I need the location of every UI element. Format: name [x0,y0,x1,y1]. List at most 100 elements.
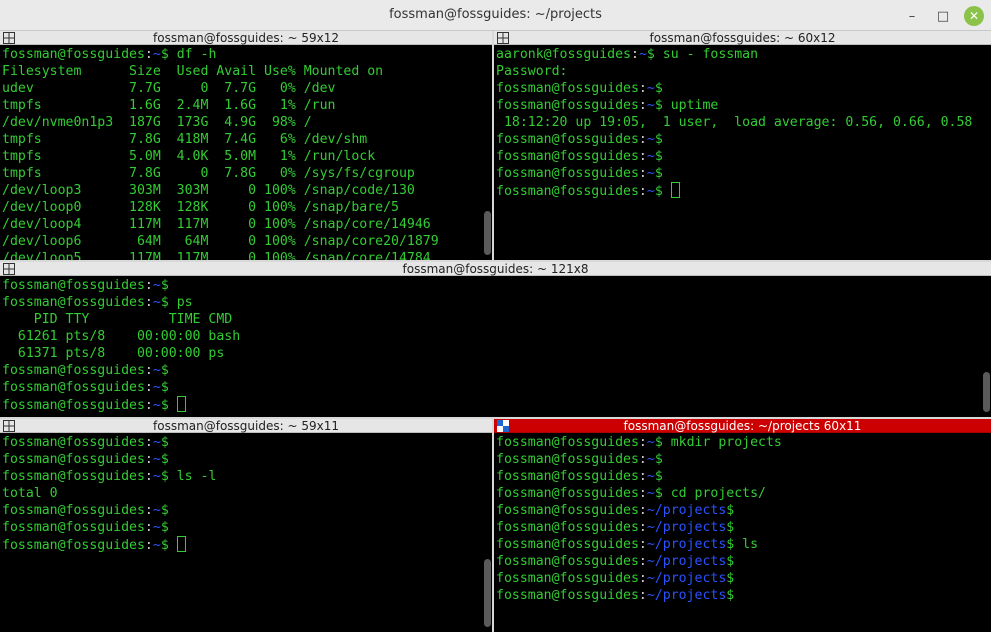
terminal-text: tmpfs 1.6G 2.4M 1.6G 1% /run [2,98,336,113]
terminal-line: fossman@fossguides:~$ [496,148,977,165]
terminal-text: : [638,452,647,467]
terminal-line: fossman@fossguides:~$ uptime [496,97,977,114]
pane-header-active[interactable]: fossman@fossguides: ~/projects 60x11 [494,419,991,433]
terminal-line: /dev/loop3 303M 303M 0 100% /snap/code/1… [2,182,478,199]
terminal-line: fossman@fossguides:~$ mkdir projects [496,434,977,451]
terminal-output[interactable]: fossman@fossguides:~$ df -h Filesystem Si… [2,46,478,260]
terminal-text: : [144,398,153,413]
scrollbar[interactable] [484,211,491,255]
split-grid-icon[interactable] [3,32,15,44]
terminal-text: $ [160,520,169,535]
terminal-text: : [638,469,647,484]
pane-header[interactable]: fossman@fossguides: ~ 121x8 [0,262,991,276]
terminal-text: ~ [646,469,655,484]
maximize-button[interactable]: □ [933,6,953,26]
terminal-text: tmpfs 5.0M 4.0K 5.0M 1% /run/lock [2,149,376,164]
terminal-text: ~ [646,98,655,113]
terminal-line: 61261 pts/8 00:00:00 bash [2,328,977,345]
terminal-line: fossman@fossguides:~$ [2,519,478,536]
terminal-text: : [638,520,647,535]
terminal-line: fossman@fossguides:~$ [2,396,977,413]
pane-header[interactable]: fossman@fossguides: ~ 59x11 [0,419,492,433]
terminal-text: $ df -h [160,47,217,62]
terminal-text: $ [160,398,177,413]
terminal-line: Filesystem Size Used Avail Use% Mounted … [2,63,478,80]
terminal-text: tmpfs 7.8G 0 7.8G 0% /sys/fs/cgroup [2,166,415,181]
minimize-button[interactable]: – [902,6,922,26]
terminal-text: fossman@fossguides [496,503,639,518]
text-cursor [670,182,680,198]
terminal-text: aaronk@fossguides [496,47,631,62]
terminal-text: fossman@fossguides [496,537,639,552]
terminal-text: ~/projects [646,571,727,586]
terminal-output[interactable]: fossman@fossguides:~$ fossman@fossguides:… [2,277,977,417]
terminal-line: fossman@fossguides:~$ [496,80,977,97]
terminal-text: fossman@fossguides [496,452,639,467]
terminal-output[interactable]: fossman@fossguides:~$ mkdir projects foss… [496,434,977,632]
split-grid-icon[interactable] [497,32,509,44]
terminal-output[interactable]: aaronk@fossguides:~$ su - fossman Passwor… [496,46,977,260]
terminal-text: fossman@fossguides [2,538,145,553]
terminal-text: /dev/loop4 117M 117M 0 100% /snap/core/1… [2,217,431,232]
terminal-text: : [144,520,153,535]
terminal-text: ~/projects [646,537,727,552]
scrollbar[interactable] [484,559,491,627]
terminal-text: tmpfs 7.8G 418M 7.4G 6% /dev/shm [2,132,368,147]
terminal-text: /dev/loop6 64M 64M 0 100% /snap/core20/1… [2,234,439,249]
terminal-text: ~ [152,520,161,535]
terminal-text: : [638,166,647,181]
terminal-text: $ ls -l [160,469,217,484]
terminal-line: fossman@fossguides:~$ [2,451,478,468]
terminal-pane-top-right[interactable]: fossman@fossguides: ~ 60x12 aaronk@fossg… [494,31,991,260]
terminal-text: ~ [638,47,647,62]
terminal-text: Password: [496,64,568,79]
terminal-text: $ mkdir projects [654,435,782,450]
text-cursor [176,536,186,552]
terminal-line: fossman@fossguides:~/projects$ [496,502,977,519]
terminal-text: : [638,184,647,199]
terminal-text: fossman@fossguides [2,363,145,378]
terminal-output[interactable]: fossman@fossguides:~$ fossman@fossguides:… [2,434,478,632]
terminal-text: ~ [646,132,655,147]
terminal-pane-top-left[interactable]: fossman@fossguides: ~ 59x12 fossman@foss… [0,31,492,260]
pane-title: fossman@fossguides: ~ 60x12 [649,31,836,45]
terminal-text: $ [160,380,169,395]
terminal-line: PID TTY TIME CMD [2,311,977,328]
terminal-text: 61371 pts/8 00:00:00 ps [2,346,225,361]
terminal-text: fossman@fossguides [2,398,145,413]
terminal-line: /dev/nvme0n1p3 187G 173G 4.9G 98% / [2,114,478,131]
scrollbar[interactable] [983,372,990,412]
terminal-text: $ [654,166,663,181]
terminal-text: $ [160,278,169,293]
terminal-pane-bottom-right[interactable]: fossman@fossguides: ~/projects 60x11 fos… [494,419,991,632]
terminal-line: fossman@fossguides:~$ ls -l [2,468,478,485]
terminal-text: : [638,81,647,96]
terminal-text: ~ [152,380,161,395]
terminal-pane-bottom-left[interactable]: fossman@fossguides: ~ 59x11 fossman@foss… [0,419,492,632]
terminal-line: fossman@fossguides:~/projects$ [496,587,977,604]
window-title: fossman@fossguides: ~/projects [389,7,602,22]
terminal-text: fossman@fossguides [496,98,639,113]
terminal-text: fossman@fossguides [496,166,639,181]
terminal-line: fossman@fossguides:~$ [496,131,977,148]
terminal-text: : [144,538,153,553]
split-grid-icon[interactable] [497,420,509,432]
split-grid-icon[interactable] [3,263,15,275]
terminal-text: PID TTY TIME CMD [2,312,233,327]
terminal-text: : [144,503,153,518]
terminal-text: fossman@fossguides [496,81,639,96]
terminal-pane-middle[interactable]: fossman@fossguides: ~ 121x8 fossman@foss… [0,262,991,417]
terminal-text: ~ [152,47,161,62]
split-grid-icon[interactable] [3,420,15,432]
terminal-text: $ [654,184,671,199]
terminal-text: $ [654,469,663,484]
terminal-text: fossman@fossguides [496,469,639,484]
terminal-line: Password: [496,63,977,80]
terminal-text: fossman@fossguides [2,435,145,450]
pane-header[interactable]: fossman@fossguides: ~ 59x12 [0,31,492,45]
pane-header[interactable]: fossman@fossguides: ~ 60x12 [494,31,991,45]
close-button[interactable]: ✕ [964,6,984,26]
terminal-text: ~ [152,295,161,310]
terminal-text: ~ [152,363,161,378]
terminal-text: ~/projects [646,503,727,518]
